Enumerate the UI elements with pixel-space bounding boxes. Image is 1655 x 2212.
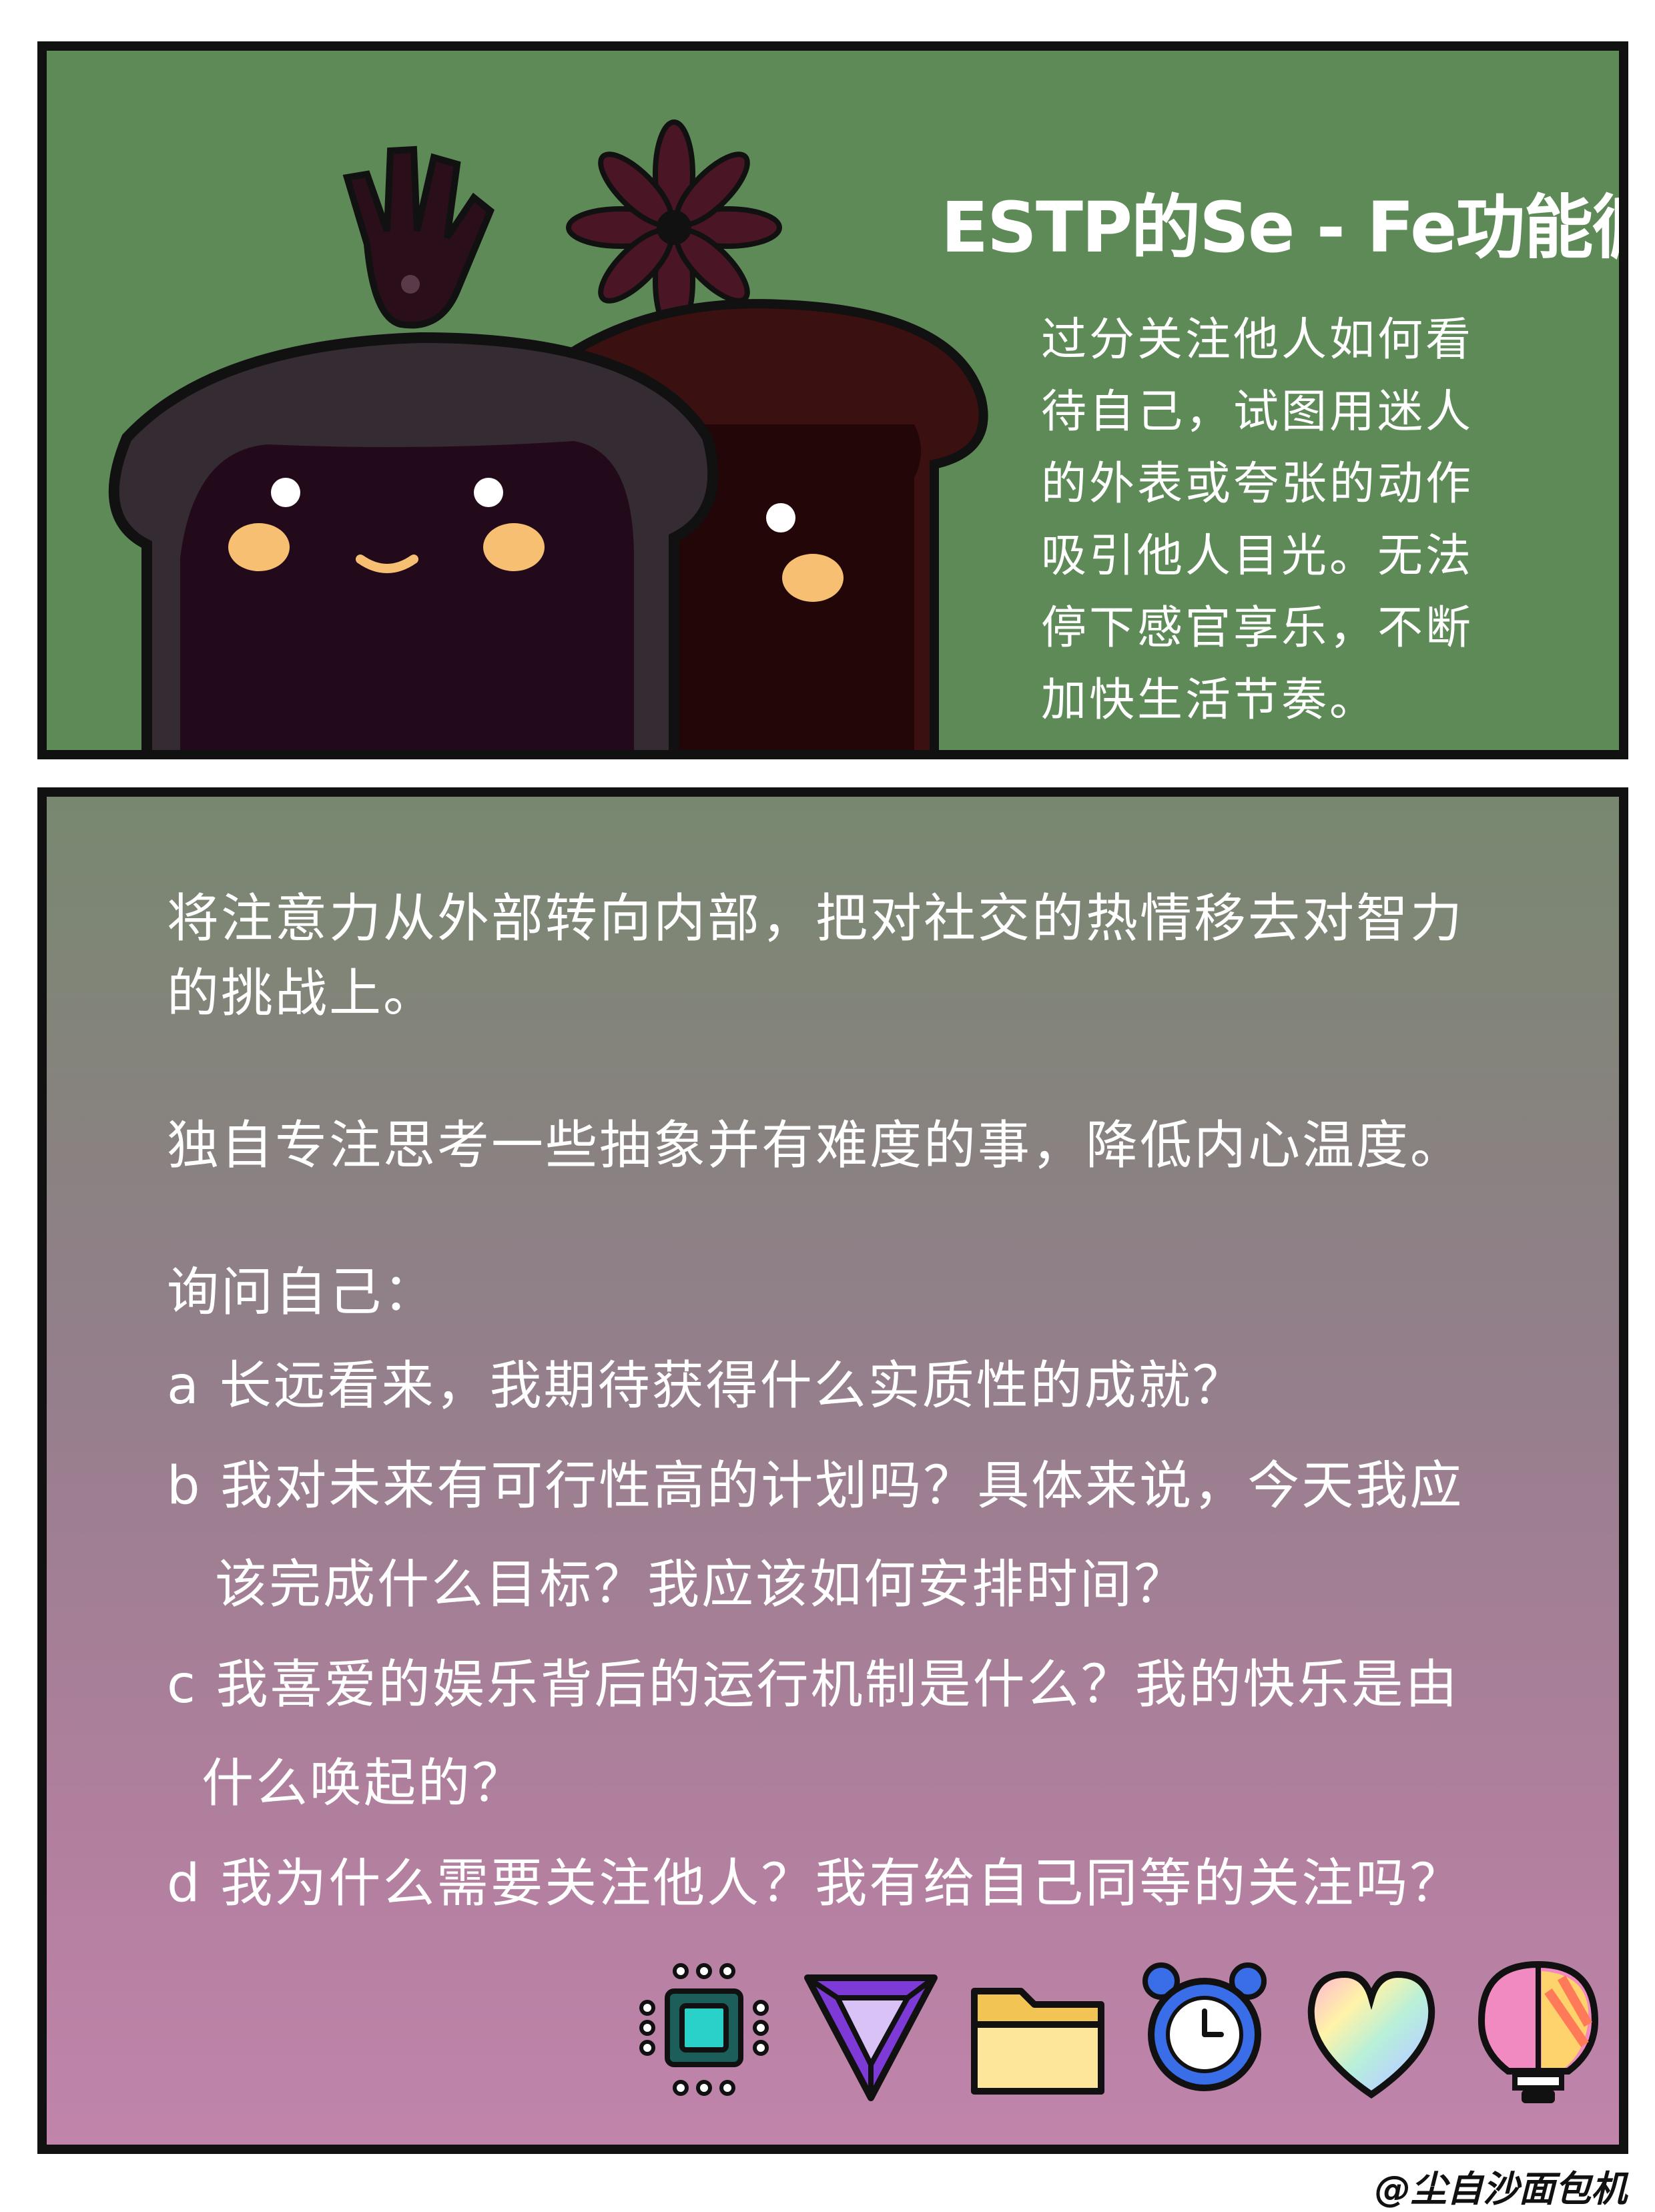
impossible-triangle-icon	[804, 1974, 938, 2101]
question-c-continued: 什么唤起的？	[202, 1754, 527, 1814]
bottom-panel: 将注意力从外部转向内部，把对社交的热情移去对智力 的挑战上。 独自专注思考一些抽…	[37, 787, 1628, 2154]
description-text: 过分关注他人如何看 待自己，试图用迷人 的外表或夸张的动作 吸引他人目光。无法 …	[1041, 304, 1522, 737]
description-line: 加快生活节奏。	[1041, 674, 1378, 727]
front-toast	[108, 332, 719, 750]
icon-row	[634, 1951, 1619, 2125]
hand-icon	[342, 145, 495, 329]
question-a: a 长远看来，我期待获得什么实质性的成就？	[167, 1356, 1247, 1416]
question-d: d 我为什么需要关注他人？我有给自己同等的关注吗？	[167, 1854, 1464, 1914]
description-line: 吸引他人目光。无法	[1041, 530, 1474, 583]
chip-icon	[639, 1963, 769, 2096]
toast-characters-illustration	[108, 119, 988, 750]
rainbow-heart-icon	[1307, 1970, 1435, 2099]
folder-icon	[971, 1988, 1104, 2095]
question-c: c 我喜爱的娱乐背后的运行机制是什么？我的快乐是由	[167, 1655, 1459, 1715]
intro-line: 将注意力从外部转向内部，把对社交的热情移去对智力	[167, 889, 1465, 949]
brain-lightbulb-icon	[1477, 1960, 1599, 2103]
ask-heading: 询问自己：	[167, 1262, 438, 1323]
page-title: ESTP的Se - Fe功能循环	[941, 187, 1619, 268]
alarm-clock-icon	[1142, 1962, 1267, 2091]
question-b-continued: 该完成什么目标？我应该如何安排时间？	[215, 1555, 1189, 1615]
signature: @尘自沙面包机	[1375, 2168, 1627, 2210]
reflect-line: 独自专注思考一些抽象并有难度的事，降低内心温度。	[167, 1116, 1465, 1176]
description-line: 过分关注他人如何看	[1041, 314, 1474, 366]
top-panel: ESTP的Se - Fe功能循环 过分关注他人如何看 待自己，试图用迷人 的外表…	[37, 41, 1628, 759]
question-b: b 我对未来有可行性高的计划吗？具体来说，今天我应	[167, 1456, 1464, 1516]
description-line: 待自己，试图用迷人	[1041, 386, 1474, 438]
description-line: 的外表或夸张的动作	[1041, 458, 1474, 510]
description-line: 停下感官享乐，不断	[1041, 602, 1474, 655]
intro-line: 的挑战上。	[167, 964, 438, 1024]
